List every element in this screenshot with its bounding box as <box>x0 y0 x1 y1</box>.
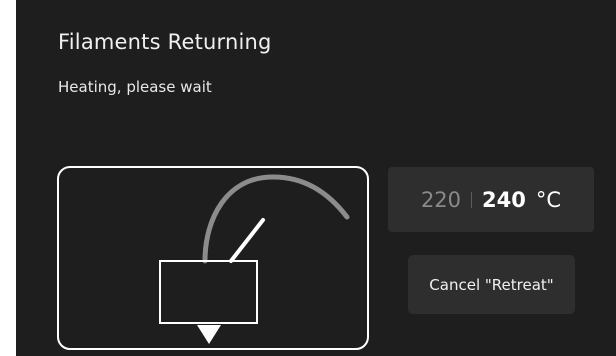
page-title: Filaments Returning <box>58 30 272 54</box>
cancel-retreat-button[interactable]: Cancel "Retreat" <box>408 255 575 314</box>
nozzle-illustration <box>57 166 369 350</box>
filament-strand <box>229 218 265 263</box>
filament-tube <box>202 174 350 264</box>
temperature-unit: °C <box>535 187 562 212</box>
temperature-divider <box>471 191 473 208</box>
extruder-head <box>159 260 258 324</box>
nozzle-temperature-display: 220 240 °C <box>388 167 594 232</box>
status-message: Heating, please wait <box>58 78 212 96</box>
target-temperature: 240 <box>482 187 526 212</box>
nozzle-retract-icon <box>159 174 350 344</box>
nozzle-tip <box>197 325 221 344</box>
filament-return-dialog: Filaments Returning Heating, please wait… <box>16 0 616 356</box>
current-temperature: 220 <box>420 187 462 212</box>
